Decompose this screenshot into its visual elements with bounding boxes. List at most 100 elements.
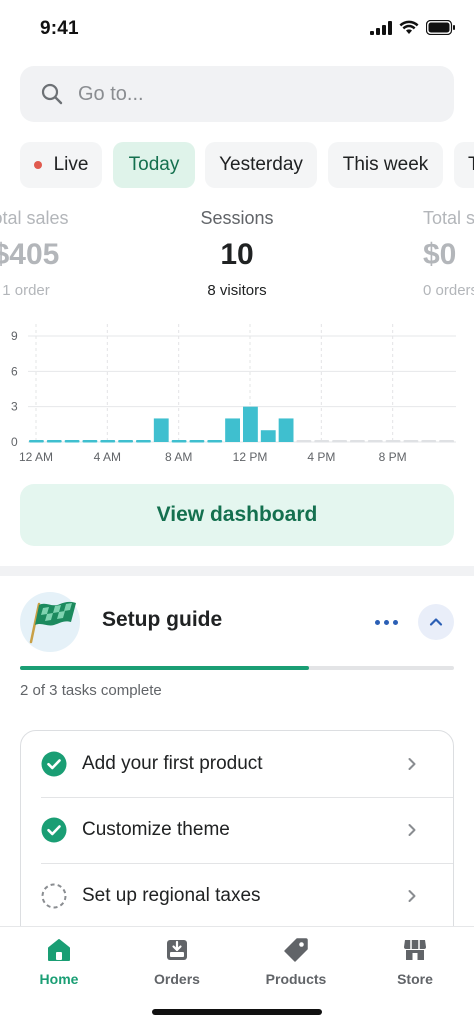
collapse-button[interactable]	[418, 604, 454, 640]
task-add-product[interactable]: Add your first product	[21, 731, 453, 797]
metric-sessions[interactable]: Sessions 10 8 visitors	[137, 208, 337, 299]
metric-label: Total sales	[423, 208, 474, 228]
search-icon	[41, 83, 63, 105]
metric-sub: 0 orders	[423, 282, 474, 299]
view-dashboard-button[interactable]: View dashboard	[20, 484, 454, 546]
filter-chip-today[interactable]: Today	[113, 142, 195, 188]
flag-icon	[20, 592, 80, 652]
filter-chip-partial[interactable]: T	[454, 142, 474, 188]
orders-icon	[167, 940, 187, 960]
chart-bar	[189, 440, 205, 443]
task-label: Customize theme	[82, 819, 230, 840]
tab-label: Home	[39, 971, 79, 987]
x-tick-label: 8 AM	[165, 450, 192, 464]
chart-bar	[403, 440, 419, 443]
metric-value: 10	[220, 238, 254, 271]
y-tick-label: 0	[11, 435, 18, 449]
chart-bar	[278, 418, 294, 442]
filter-chip-label: T	[468, 154, 474, 175]
x-tick-label: 12 PM	[233, 450, 268, 464]
filter-chip-yesterday[interactable]: Yesterday	[205, 142, 317, 188]
signal-icon	[370, 20, 392, 35]
filter-chip-label: Live	[53, 154, 89, 175]
metrics-carousel[interactable]: Total sales $405 1 order Sessions 10 8 v…	[0, 208, 474, 304]
sessions-chart: 9 6 3 012 AM 4 AM 8 AM 12 PM 4 PM 8 PM	[11, 324, 456, 464]
metric-sub: 1 order	[2, 282, 50, 299]
more-dot-icon	[383, 619, 389, 625]
chart-bar	[385, 440, 401, 443]
filter-chip-this-week[interactable]: This week	[328, 142, 443, 188]
section-divider	[0, 566, 474, 576]
setup-progress-bar	[20, 666, 454, 670]
chart-bar	[171, 440, 187, 443]
view-dashboard-label: View dashboard	[156, 503, 318, 526]
live-dot-icon	[33, 161, 42, 169]
setup-task-list: Add your first product Customize theme S…	[20, 730, 454, 950]
filter-chip-label: This week	[342, 154, 429, 175]
chart-bar	[207, 440, 223, 443]
x-tick-label: 8 PM	[379, 450, 407, 464]
chart-bar	[136, 440, 151, 443]
store-icon	[404, 940, 426, 960]
date-filter-chips: Live Today Yesterday This week T	[20, 142, 474, 188]
y-tick-label: 9	[11, 329, 18, 343]
x-tick-label: 4 AM	[94, 450, 121, 464]
incomplete-circle-icon	[41, 883, 67, 909]
chart-bar	[367, 440, 383, 443]
status-icons	[370, 20, 456, 35]
metric-sub: 8 visitors	[207, 282, 267, 299]
task-label: Set up regional taxes	[82, 885, 261, 906]
setup-guide-title: Setup guide	[102, 608, 223, 631]
filter-chip-label: Today	[128, 154, 180, 175]
filter-chip-label: Yesterday	[219, 154, 303, 175]
tab-home[interactable]: Home	[0, 937, 118, 997]
task-customize-theme[interactable]: Customize theme	[21, 797, 453, 863]
chart-bar	[100, 440, 116, 443]
more-options-button[interactable]	[368, 608, 404, 636]
home-icon	[48, 939, 70, 961]
chart-bar	[439, 440, 454, 443]
x-tick-label: 12 AM	[19, 450, 53, 464]
chart-bar	[46, 440, 62, 443]
search-placeholder: Go to...	[78, 82, 144, 105]
x-tick-label: 4 PM	[307, 450, 335, 464]
filter-chip-live[interactable]: Live	[20, 142, 102, 188]
metric-total-sales-right[interactable]: Total sales $0 0 orders	[375, 208, 474, 299]
chevron-up-icon	[429, 618, 443, 626]
metric-value: $405	[0, 238, 60, 271]
tab-store[interactable]: Store	[356, 937, 474, 997]
chart-bar	[260, 430, 276, 442]
search-bar[interactable]: Go to...	[20, 66, 454, 122]
chart-bar	[153, 418, 169, 442]
tab-label: Store	[397, 971, 433, 987]
chevron-right-icon	[408, 890, 416, 902]
chart-bar	[29, 440, 44, 443]
chart-bar	[332, 440, 347, 443]
chart-bar	[64, 440, 80, 443]
chart-bar	[225, 418, 240, 442]
tab-products[interactable]: Products	[237, 937, 355, 997]
check-circle-icon	[41, 817, 67, 843]
metric-total-sales-left[interactable]: Total sales $405 1 order	[0, 208, 126, 299]
metric-value: $0	[423, 238, 457, 271]
tab-orders[interactable]: Orders	[118, 937, 236, 997]
products-icon	[284, 938, 308, 962]
chart-bar	[243, 406, 258, 442]
metric-label: Total sales	[0, 208, 69, 228]
y-tick-label: 3	[11, 400, 18, 414]
battery-icon	[426, 20, 455, 35]
y-tick-label: 6	[11, 364, 18, 378]
task-label: Add your first product	[82, 753, 263, 774]
chart-bar	[118, 440, 133, 443]
more-dot-icon	[374, 619, 380, 625]
status-bar: 9:41	[0, 0, 474, 58]
task-regional-taxes[interactable]: Set up regional taxes	[21, 863, 453, 929]
more-dot-icon	[392, 619, 398, 625]
setup-progress-fill	[20, 666, 310, 670]
setup-progress-text: 2 of 3 tasks complete	[20, 682, 162, 699]
home-indicator	[152, 1009, 322, 1015]
status-time: 9:41	[40, 18, 79, 39]
chart-bar	[421, 440, 437, 443]
tab-label: Orders	[154, 971, 200, 987]
chart-bar	[296, 440, 312, 443]
